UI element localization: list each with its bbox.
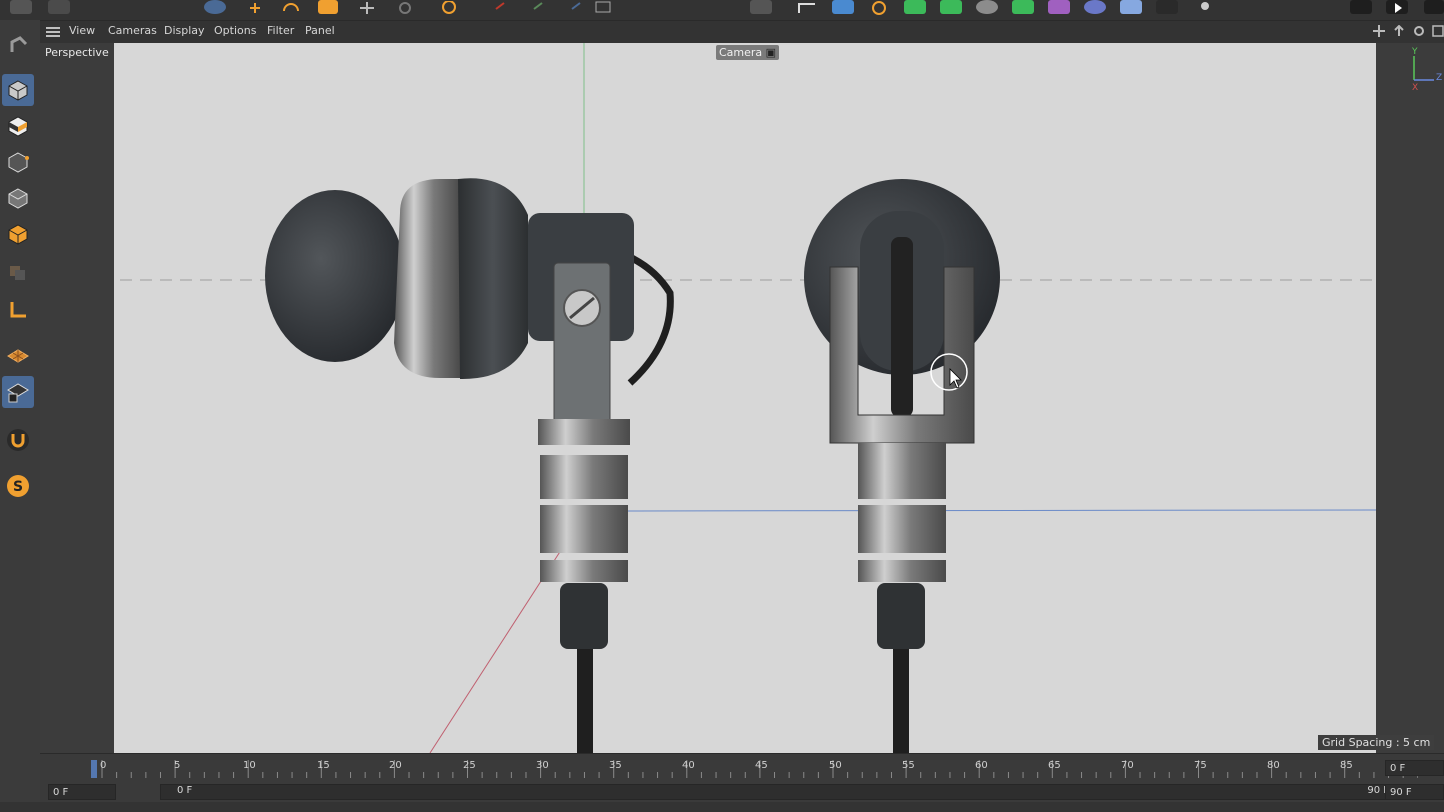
nurbs-icon[interactable] [868, 0, 890, 15]
rotate-view-icon[interactable] [1413, 25, 1425, 37]
start-frame-field[interactable]: 0 F [48, 784, 116, 800]
scene-icon[interactable] [1084, 0, 1106, 14]
floor-icon[interactable] [1120, 0, 1142, 14]
model-edit-icon[interactable] [2, 146, 34, 178]
array-icon[interactable] [904, 0, 926, 14]
pan-view-icon[interactable] [1373, 25, 1385, 37]
active-camera-label[interactable]: Camera ▣ [716, 45, 780, 60]
boole-icon[interactable] [940, 0, 962, 14]
svg-text:S: S [13, 479, 23, 495]
tick-label: 5 [174, 760, 181, 771]
menu-options[interactable]: Options [214, 24, 256, 37]
redo-icon[interactable] [48, 0, 70, 14]
current-frame-field[interactable]: 0 F [1385, 760, 1444, 776]
tick-label: 60 [975, 760, 988, 771]
camera-object-icon[interactable] [1156, 0, 1178, 14]
hamburger-menu-icon[interactable] [46, 25, 60, 39]
svg-text:X: X [1412, 83, 1418, 92]
deformer-icon[interactable] [1012, 0, 1034, 14]
maximize-view-icon[interactable] [1432, 25, 1444, 37]
perspective-viewport[interactable] [40, 43, 1376, 753]
move-cross-icon[interactable] [356, 0, 378, 14]
magnet-icon[interactable] [2, 424, 34, 456]
x-axis-lock-icon[interactable] [488, 0, 510, 14]
viewport-menu-bar: View Cameras Display Options Filter Pane… [40, 21, 1444, 43]
axis-gizmo: Y Z X [1404, 46, 1444, 93]
tick-label: 10 [243, 760, 256, 771]
undo-icon[interactable] [10, 0, 32, 14]
left-tool-palette: S [0, 20, 41, 812]
viewport-right-margin [1376, 43, 1444, 753]
tick-label: 25 [463, 760, 476, 771]
mograph-icon[interactable] [976, 0, 998, 14]
camera-icon: ▣ [765, 46, 777, 59]
recent-tools-icon[interactable] [438, 0, 460, 14]
tick-label: 0 [100, 760, 107, 771]
timeline-ticks: 0 5 10 15 20 25 30 35 40 45 50 55 60 65 … [90, 760, 1423, 780]
top-toolbar [0, 0, 1444, 21]
left-earphone [265, 178, 674, 753]
y-axis-lock-icon[interactable] [526, 0, 548, 14]
z-axis-lock-icon[interactable] [564, 0, 586, 14]
sculpt-icon[interactable]: S [2, 470, 34, 502]
rotate-tool-icon[interactable] [280, 0, 302, 14]
zoom-view-icon[interactable] [1393, 25, 1405, 37]
grid-spacing-label: Grid Spacing : 5 cm [1318, 735, 1435, 750]
tick-label: 70 [1121, 760, 1134, 771]
make-editable-icon[interactable] [2, 30, 34, 62]
field-icon[interactable] [1048, 0, 1070, 14]
polygon-mode-icon[interactable] [2, 182, 34, 214]
render-play-icon[interactable] [1386, 0, 1408, 14]
end-frame-field[interactable]: 90 F [1385, 784, 1444, 800]
tick-label: 65 [1048, 760, 1061, 771]
timeline-ruler[interactable]: 0 5 10 15 20 25 30 35 40 45 50 55 60 65 … [40, 753, 1444, 782]
tick-label: 35 [609, 760, 622, 771]
playback-controls-strip [0, 802, 1444, 812]
locked-workplane-icon[interactable] [2, 376, 34, 408]
cube-object-icon[interactable] [2, 74, 34, 106]
menu-filter[interactable]: Filter [267, 24, 294, 37]
svg-text:Y: Y [1411, 47, 1418, 57]
preview-range-slider[interactable]: 0 F 90 F [160, 784, 1410, 800]
tick-label: 50 [829, 760, 842, 771]
timeline-playhead[interactable] [91, 760, 97, 778]
render-region-icon[interactable] [1350, 0, 1372, 14]
tick-label: 55 [902, 760, 915, 771]
layer-icon[interactable] [2, 256, 34, 288]
tick-label: 45 [755, 760, 768, 771]
viewport-view-label: Perspective [45, 46, 109, 59]
tick-label: 40 [682, 760, 695, 771]
right-earphone [804, 179, 1000, 753]
earphones-render [40, 43, 1376, 753]
object-mode-icon[interactable] [2, 218, 34, 250]
workplane-icon[interactable] [2, 340, 34, 372]
menu-display[interactable]: Display [164, 24, 205, 37]
viewport-left-margin [40, 43, 114, 753]
rotate-gray-icon[interactable] [394, 0, 416, 14]
render-view-icon[interactable] [750, 0, 772, 14]
tick-label: 80 [1267, 760, 1280, 771]
light-icon[interactable] [1194, 0, 1216, 14]
move-tool-icon[interactable] [244, 0, 266, 14]
live-selection-icon[interactable] [204, 0, 226, 14]
tick-label: 75 [1194, 760, 1207, 771]
preview-start-label: 0 F [177, 785, 193, 796]
timeline-range-bar: 0 F 0 F 90 F 90 F [40, 782, 1444, 802]
menu-view[interactable]: View [69, 24, 95, 37]
coordinate-system-icon[interactable] [592, 0, 614, 14]
svg-text:Z: Z [1436, 73, 1442, 83]
tick-label: 20 [389, 760, 402, 771]
menu-cameras[interactable]: Cameras [108, 24, 157, 37]
tick-label: 30 [536, 760, 549, 771]
tick-label: 15 [317, 760, 330, 771]
scale-tool-icon[interactable] [318, 0, 338, 14]
cube-primitive-icon[interactable] [832, 0, 854, 14]
spline-pen-icon[interactable] [796, 0, 818, 14]
render-settings-icon[interactable] [1424, 0, 1444, 14]
menu-panel[interactable]: Panel [305, 24, 335, 37]
tick-label: 85 [1340, 760, 1353, 771]
axis-tool-icon[interactable] [2, 294, 34, 326]
checker-texture-icon[interactable] [2, 110, 34, 142]
